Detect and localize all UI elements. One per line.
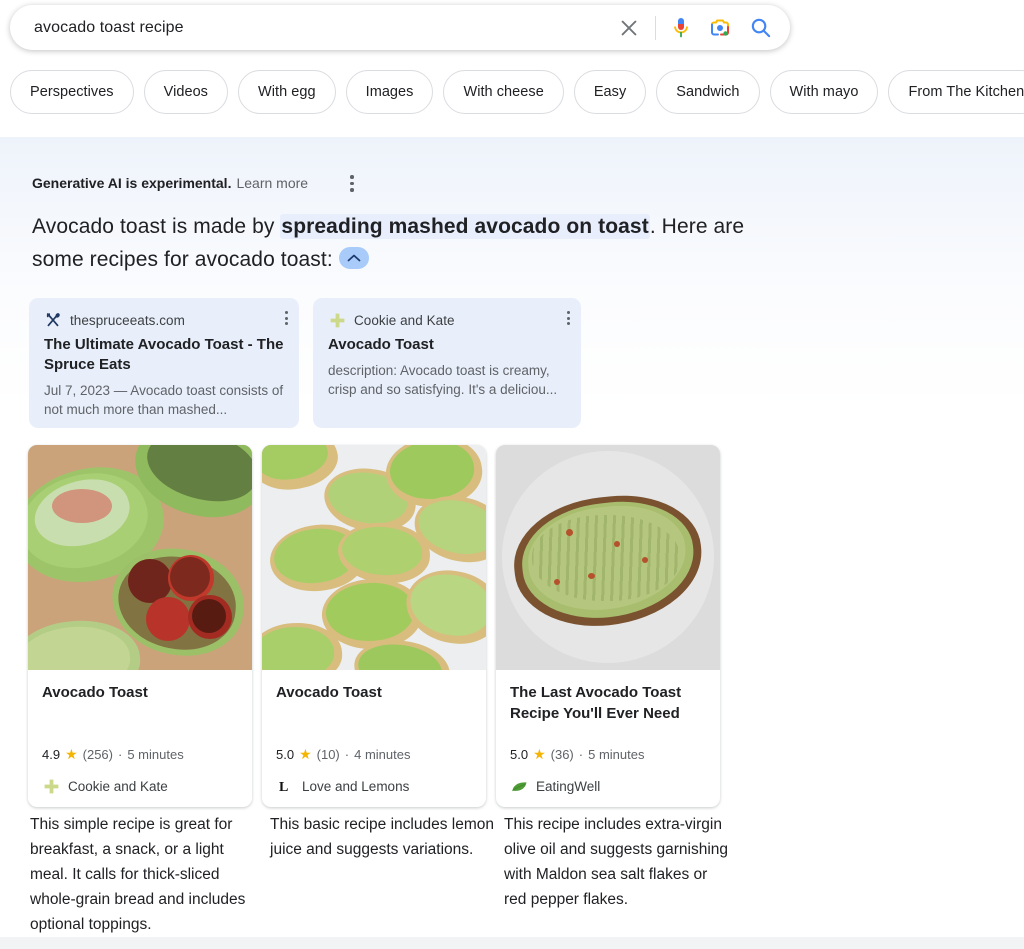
recipe-card-body: Avocado Toast 5.0 ★ (10) · 4 minutes L bbox=[262, 670, 486, 807]
source-domain: Cookie and Kate bbox=[354, 313, 455, 328]
chip-with-mayo[interactable]: With mayo bbox=[770, 70, 879, 114]
recipe-meta: 5.0 ★ (36) · 5 minutes bbox=[510, 746, 644, 763]
chip-with-cheese[interactable]: With cheese bbox=[443, 70, 563, 114]
source-card-cookie-and-kate[interactable]: Cookie and Kate Avocado Toast descriptio… bbox=[313, 298, 581, 428]
recipe-site: Cookie and Kate bbox=[42, 777, 168, 795]
recipe-meta: 5.0 ★ (10) · 4 minutes bbox=[276, 746, 410, 763]
more-options-icon[interactable] bbox=[285, 311, 288, 325]
chip-sandwich[interactable]: Sandwich bbox=[656, 70, 759, 114]
star-icon: ★ bbox=[299, 746, 312, 763]
recipe-rating: 5.0 bbox=[276, 747, 294, 762]
recipe-meta: 4.9 ★ (256) · 5 minutes bbox=[42, 746, 184, 763]
meta-separator: · bbox=[345, 747, 349, 762]
recipe-card-body: The Last Avocado Toast Recipe You'll Eve… bbox=[496, 670, 720, 807]
google-lens-camera-icon[interactable] bbox=[708, 16, 732, 40]
recipe-card-last-avocado-toast-eatingwell[interactable]: The Last Avocado Toast Recipe You'll Eve… bbox=[496, 445, 720, 807]
search-bar-container bbox=[10, 5, 790, 50]
source-card-header: Cookie and Kate bbox=[328, 311, 566, 329]
recipe-card-body: Avocado Toast 4.9 ★ (256) · 5 minutes Co… bbox=[28, 670, 252, 807]
recipe-time: 5 minutes bbox=[127, 747, 183, 762]
green-cross-icon bbox=[328, 311, 346, 329]
ai-answer-text: Avocado toast is made by spreading mashe… bbox=[32, 210, 752, 276]
recipe-cards-row: Avocado Toast 4.9 ★ (256) · 5 minutes Co… bbox=[28, 445, 720, 807]
recipe-site-name: Cookie and Kate bbox=[68, 779, 168, 794]
chip-videos[interactable]: Videos bbox=[144, 70, 228, 114]
generative-ai-panel: Generative AI is experimental. Learn mor… bbox=[0, 137, 1024, 937]
recipe-reviews: (10) bbox=[317, 747, 340, 762]
magnifier-icon[interactable] bbox=[748, 16, 772, 40]
recipe-card-avocado-toast-love-and-lemons[interactable]: Avocado Toast 5.0 ★ (10) · 4 minutes L bbox=[262, 445, 486, 807]
recipe-description-1: This simple recipe is great for breakfas… bbox=[30, 812, 260, 937]
search-input[interactable] bbox=[32, 18, 615, 38]
source-title: Avocado Toast bbox=[328, 335, 566, 355]
source-domain: thespruceeats.com bbox=[70, 313, 185, 328]
svg-text:L: L bbox=[279, 780, 288, 794]
chip-with-egg[interactable]: With egg bbox=[238, 70, 336, 114]
chip-images[interactable]: Images bbox=[346, 70, 434, 114]
source-snippet: description: Avocado toast is creamy, cr… bbox=[328, 361, 566, 399]
meta-separator: · bbox=[118, 747, 122, 762]
filter-chips-row: Perspectives Videos With egg Images With… bbox=[10, 70, 1024, 114]
recipe-reviews: (256) bbox=[83, 747, 113, 762]
star-icon: ★ bbox=[533, 746, 546, 763]
recipe-site-name: EatingWell bbox=[536, 779, 600, 794]
source-cards-row: thespruceeats.com The Ultimate Avocado T… bbox=[29, 298, 581, 428]
chip-from-the-kitchen[interactable]: From The Kitchen bbox=[888, 70, 1024, 114]
meta-separator: · bbox=[579, 747, 583, 762]
star-icon: ★ bbox=[65, 746, 78, 763]
microphone-icon[interactable] bbox=[668, 14, 694, 42]
recipe-image bbox=[262, 445, 486, 670]
recipe-title: The Last Avocado Toast Recipe You'll Eve… bbox=[510, 682, 706, 724]
recipe-description-3: This recipe includes extra-virgin olive … bbox=[504, 812, 729, 937]
recipe-image bbox=[28, 445, 252, 670]
recipe-card-avocado-toast-cookie-and-kate[interactable]: Avocado Toast 4.9 ★ (256) · 5 minutes Co… bbox=[28, 445, 252, 807]
letter-l-icon: L bbox=[276, 777, 294, 795]
recipe-reviews: (36) bbox=[551, 747, 574, 762]
search-results-page: Perspectives Videos With egg Images With… bbox=[0, 0, 1024, 949]
source-title: The Ultimate Avocado Toast - The Spruce … bbox=[44, 335, 284, 375]
recipe-descriptions-row: This simple recipe is great for breakfas… bbox=[30, 812, 729, 937]
search-divider bbox=[655, 16, 656, 40]
more-options-icon[interactable] bbox=[567, 311, 570, 325]
chevron-up-icon[interactable] bbox=[339, 247, 369, 269]
recipe-time: 4 minutes bbox=[354, 747, 410, 762]
source-card-header: thespruceeats.com bbox=[44, 311, 284, 329]
recipe-description-2: This basic recipe includes lemon juice a… bbox=[270, 812, 494, 937]
recipe-image bbox=[496, 445, 720, 670]
source-snippet: Jul 7, 2023 — Avocado toast consists of … bbox=[44, 381, 284, 419]
recipe-title: Avocado Toast bbox=[276, 682, 472, 703]
recipe-time: 5 minutes bbox=[588, 747, 644, 762]
recipe-rating: 4.9 bbox=[42, 747, 60, 762]
recipe-title: Avocado Toast bbox=[42, 682, 238, 703]
bottom-divider bbox=[0, 937, 1024, 949]
chip-perspectives[interactable]: Perspectives bbox=[10, 70, 134, 114]
recipe-site: EatingWell bbox=[510, 777, 600, 795]
recipe-site-name: Love and Lemons bbox=[302, 779, 409, 794]
more-options-icon[interactable] bbox=[346, 171, 358, 196]
fork-and-spoon-icon bbox=[44, 311, 62, 329]
chip-easy[interactable]: Easy bbox=[574, 70, 646, 114]
close-x-icon[interactable] bbox=[615, 14, 643, 42]
ai-answer-prefix: Avocado toast is made by bbox=[32, 215, 280, 238]
green-cross-icon bbox=[42, 777, 60, 795]
green-leaf-icon bbox=[510, 777, 528, 795]
ai-disclaimer-row: Generative AI is experimental. Learn mor… bbox=[32, 171, 358, 196]
ai-disclaimer-text: Generative AI is experimental. bbox=[32, 175, 231, 191]
recipe-rating: 5.0 bbox=[510, 747, 528, 762]
learn-more-link[interactable]: Learn more bbox=[236, 175, 308, 191]
ai-answer-highlight: spreading mashed avocado on toast bbox=[280, 214, 649, 239]
source-card-thespruceeats[interactable]: thespruceeats.com The Ultimate Avocado T… bbox=[29, 298, 299, 428]
recipe-site: L Love and Lemons bbox=[276, 777, 409, 795]
search-bar[interactable] bbox=[10, 5, 790, 50]
